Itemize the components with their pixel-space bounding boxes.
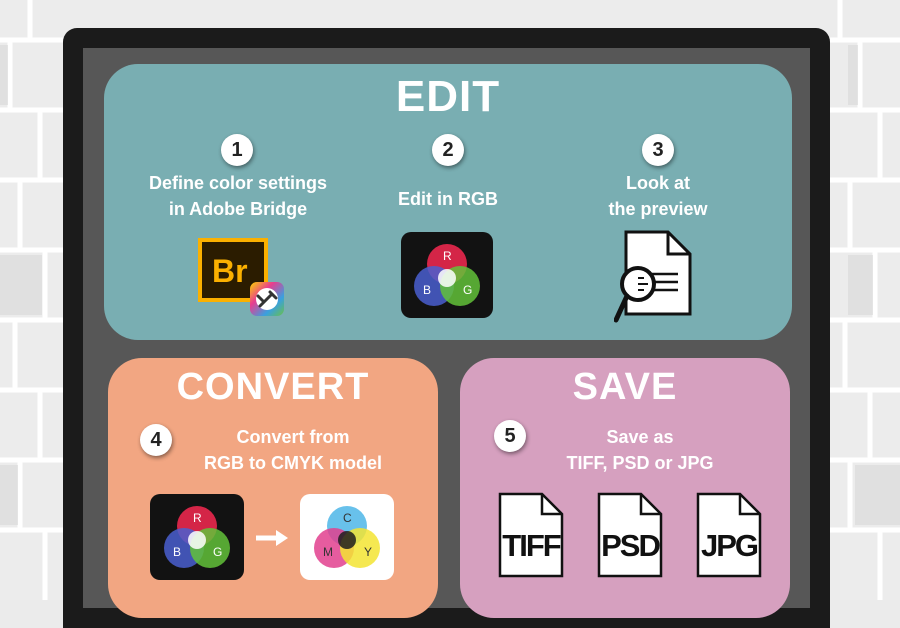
step-5-number: 5	[494, 420, 526, 452]
step-5-text: Save as TIFF, PSD or JPG	[540, 424, 740, 476]
psd-label: PSD	[601, 528, 661, 563]
step-1-number: 1	[221, 134, 253, 166]
rgb-color-icon: R B G	[401, 232, 493, 318]
step-5-line-1: Save as	[606, 427, 674, 447]
convert-title: CONVERT	[176, 366, 370, 408]
bridge-logo-text: Br	[212, 253, 248, 289]
step-1-line-1: Define color settings	[148, 173, 328, 193]
jpg-file-icon: JPG	[696, 492, 762, 578]
jpg-label: JPG	[700, 528, 759, 563]
svg-text:R: R	[193, 511, 202, 525]
save-title: SAVE	[572, 366, 678, 408]
svg-text:C: C	[343, 511, 352, 525]
adobe-bridge-icon: Br	[198, 236, 288, 318]
convert-panel: CONVERT 4 Convert from RGB to CMYK model…	[108, 358, 438, 618]
svg-text:Y: Y	[364, 545, 372, 559]
step-5-line-2: TIFF, PSD or JPG	[566, 453, 714, 473]
step-3-line-1: Look at	[625, 173, 690, 193]
svg-text:G: G	[463, 283, 472, 297]
save-panel: SAVE 5 Save as TIFF, PSD or JPG TIFF PSD…	[460, 358, 790, 618]
svg-text:G: G	[213, 545, 222, 559]
svg-text:B: B	[173, 545, 181, 559]
tiff-file-icon: TIFF	[498, 492, 564, 578]
step-4-line-1: Convert from	[236, 427, 350, 447]
svg-text:R: R	[443, 249, 452, 263]
psd-file-icon: PSD	[597, 492, 663, 578]
step-3-line-2: the preview	[608, 199, 708, 219]
edit-panel: EDIT 1 Define color settings in Adobe Br…	[104, 64, 792, 340]
step-1-line-2: in Adobe Bridge	[168, 199, 308, 219]
step-1-text: Define color settings in Adobe Bridge	[118, 170, 358, 222]
step-4-text: Convert from RGB to CMYK model	[188, 424, 398, 476]
rgb-model-icon: R B G	[150, 494, 244, 580]
svg-text:B: B	[423, 283, 431, 297]
arrow-right-icon	[254, 528, 290, 548]
cmyk-model-icon: C M Y	[300, 494, 394, 580]
tiff-label: TIFF	[502, 528, 561, 563]
step-3-number: 3	[642, 134, 674, 166]
step-4-line-2: RGB to CMYK model	[204, 453, 382, 473]
step-2-text: Edit in RGB	[398, 189, 498, 209]
step-3-text: Look at the preview	[558, 170, 758, 222]
step-2-number: 2	[432, 134, 464, 166]
document-magnifier-icon	[613, 230, 694, 326]
edit-title: EDIT	[395, 72, 501, 121]
step-4-number: 4	[140, 424, 172, 456]
svg-text:M: M	[323, 545, 333, 559]
